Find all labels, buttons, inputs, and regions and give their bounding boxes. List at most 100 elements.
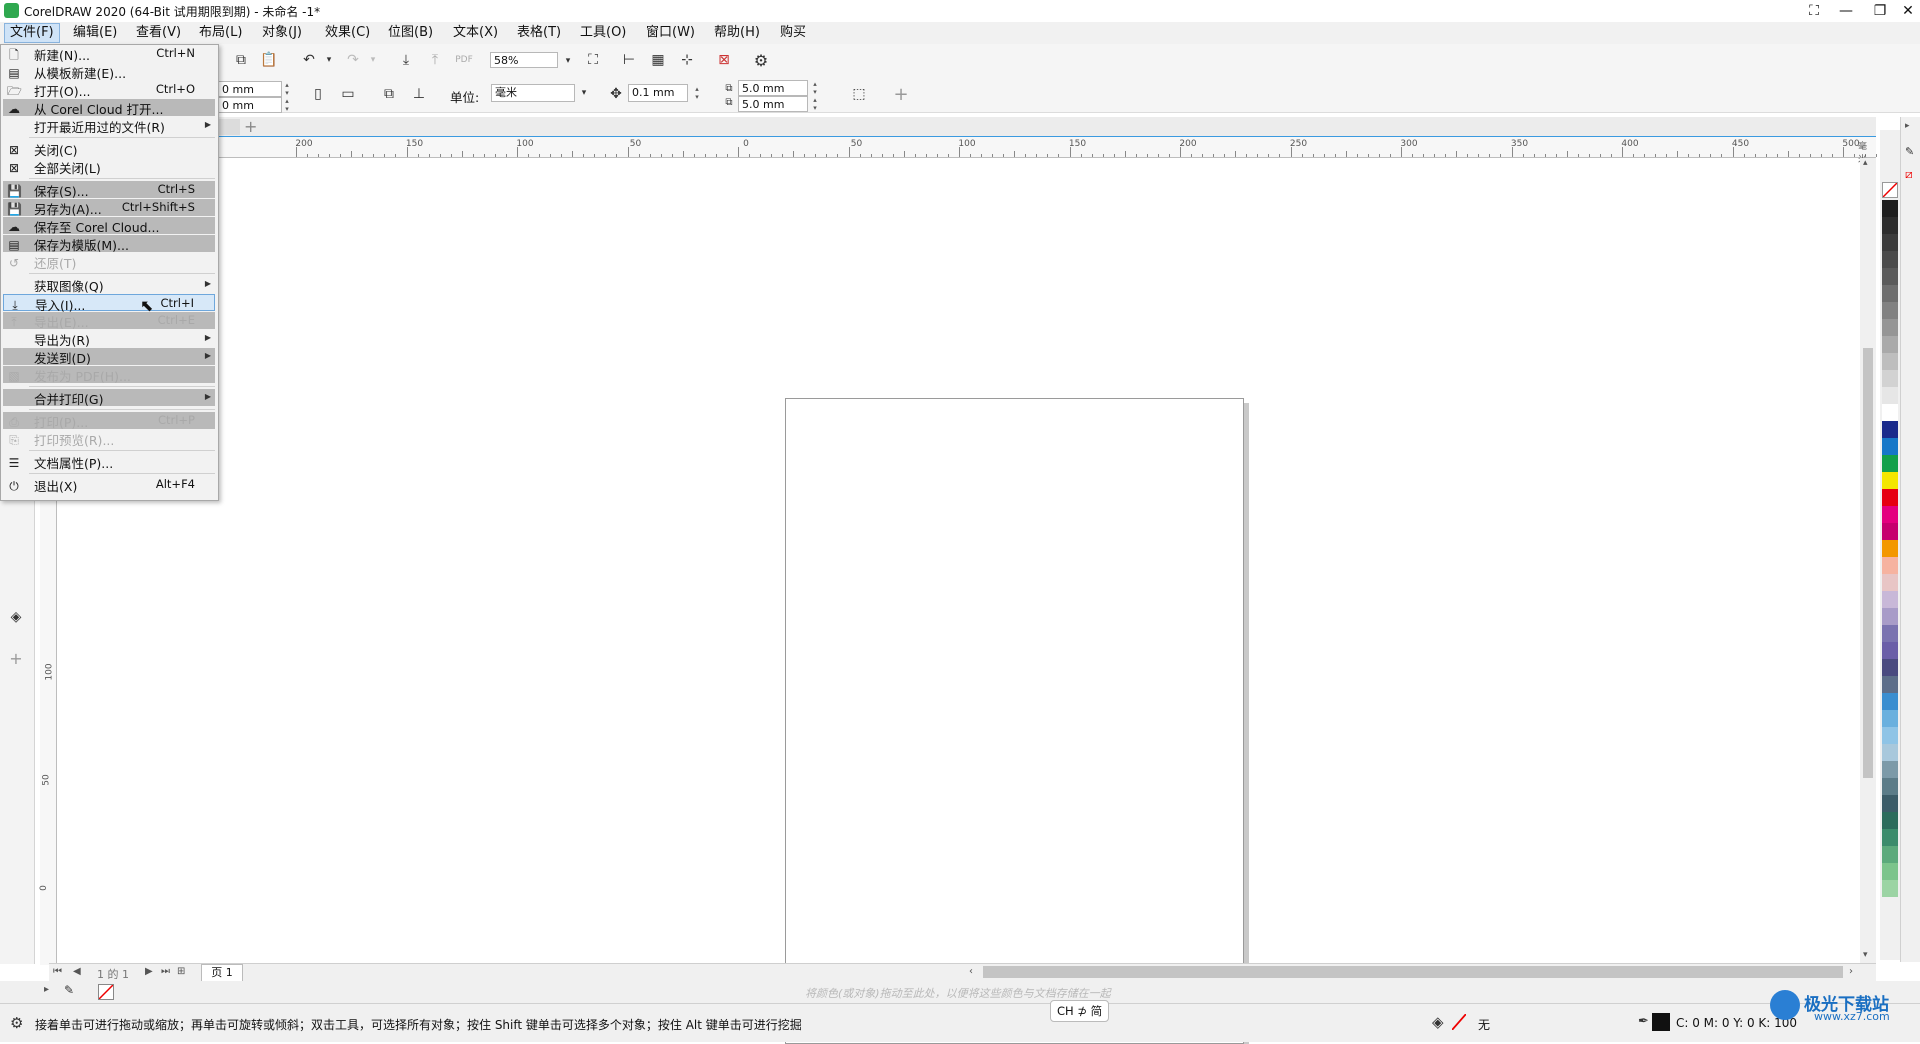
document-page[interactable] [785, 398, 1244, 1044]
file-menu-item[interactable]: ⏻ 退出(X) Alt+F4 [3, 476, 215, 494]
full-screen-icon[interactable]: ⛶ [582, 49, 604, 71]
file-menu-item[interactable]: ▤ 从模板新建(E)... [3, 63, 215, 81]
palette-swatch[interactable] [1882, 370, 1898, 387]
scroll-left-icon[interactable]: ‹ [969, 966, 973, 977]
palette-swatch[interactable] [1882, 693, 1898, 710]
menu-help[interactable]: 帮助(H) [709, 24, 765, 42]
menu-tools[interactable]: 工具(O) [575, 24, 631, 42]
portrait-icon[interactable]: ▯ [307, 83, 329, 105]
scroll-down-icon[interactable]: ▾ [1863, 950, 1868, 960]
redo-dropdown-icon[interactable]: ▾ [362, 49, 384, 71]
last-page-icon[interactable]: ⏭ [161, 966, 170, 977]
zoom-dropdown-icon[interactable]: ▾ [557, 50, 579, 72]
palette-swatch[interactable] [1882, 710, 1898, 727]
horizontal-scroll-thumb[interactable] [983, 966, 1843, 978]
menu-layout[interactable]: 布局(L) [194, 24, 247, 42]
snap-to-icon[interactable]: ⊠ [713, 49, 735, 71]
height-spinner[interactable]: ▴ ▾ [282, 97, 292, 113]
import-toolbar-icon[interactable]: ⤓ [395, 49, 417, 71]
palette-swatch[interactable] [1882, 217, 1898, 234]
paste-icon[interactable]: 📋 [258, 49, 280, 71]
menu-table[interactable]: 表格(T) [512, 24, 566, 42]
palette-swatch[interactable] [1882, 455, 1898, 472]
undo-dropdown-icon[interactable]: ▾ [318, 49, 340, 71]
menu-file[interactable]: 文件(F) [4, 23, 60, 43]
file-menu-item[interactable]: ▧ 发布为 PDF(H)... [3, 366, 215, 384]
grid-icon[interactable]: ▦ [647, 49, 669, 71]
page-tab[interactable]: 页 1 [201, 964, 243, 982]
palette-swatch[interactable] [1882, 625, 1898, 642]
palette-swatch[interactable] [1882, 200, 1898, 217]
menu-effects[interactable]: 效果(C) [320, 24, 375, 42]
redo-icon[interactable]: ↷ [342, 49, 364, 71]
treat-as-filled-icon[interactable]: ⬚ [848, 83, 870, 105]
rulers-icon[interactable]: ⊢ [618, 49, 640, 71]
palette-swatch[interactable] [1882, 778, 1898, 795]
palette-swatch[interactable] [1882, 438, 1898, 455]
file-menu-item[interactable]: 💾 另存为(A)... Ctrl+Shift+S [3, 199, 215, 217]
nudge-icon[interactable]: ✥ [605, 83, 627, 105]
add-tool-icon[interactable]: + [5, 647, 27, 669]
nudge-distance-field[interactable]: 0.1 mm [628, 84, 688, 102]
eyedropper-icon[interactable]: ✎ [1905, 145, 1914, 158]
dup-y-spinner[interactable]: ▴ ▾ [810, 96, 820, 112]
file-menu-item[interactable]: ⤒ 导出(E)... Ctrl+E [3, 312, 215, 330]
palette-swatch[interactable] [1882, 285, 1898, 302]
palette-swatch[interactable] [1882, 659, 1898, 676]
file-menu-item[interactable]: 导出为(R) ▶ [3, 330, 215, 348]
landscape-icon[interactable]: ▭ [337, 83, 359, 105]
width-spinner[interactable]: ▴ ▾ [282, 81, 292, 97]
zoom-level-field[interactable]: 58% [490, 52, 558, 68]
file-menu-item[interactable]: ☁ 从 Corel Cloud 打开... [3, 99, 215, 117]
palette-swatch[interactable] [1882, 489, 1898, 506]
palette-swatch[interactable] [1882, 523, 1898, 540]
guidelines-icon[interactable]: ⊹ [676, 49, 698, 71]
palette-swatch[interactable] [1882, 472, 1898, 489]
vertical-scroll-thumb[interactable] [1863, 348, 1873, 778]
file-menu-item[interactable]: ☰ 文档属性(P)... [3, 453, 215, 471]
palette-swatch[interactable] [1882, 880, 1898, 897]
palette-swatch[interactable] [1882, 387, 1898, 404]
palette-swatch[interactable] [1882, 795, 1898, 812]
dock-expand-icon[interactable]: ▸ [1905, 121, 1910, 131]
palette-swatch[interactable] [1882, 812, 1898, 829]
undo-icon[interactable]: ↶ [298, 49, 320, 71]
no-color-swatch[interactable] [1882, 182, 1898, 198]
file-menu-item[interactable]: ⊠ 关闭(C) [3, 140, 215, 158]
palette-swatch[interactable] [1882, 676, 1898, 693]
palette-swatch[interactable] [1882, 234, 1898, 251]
file-menu-item[interactable]: 打开最近用过的文件(R) ▶ [3, 117, 215, 135]
vertical-scrollbar[interactable]: ▴ ▾ [1860, 158, 1876, 963]
file-menu-item[interactable]: 💾 保存(S)... Ctrl+S [3, 181, 215, 199]
fill-tool-icon[interactable]: ◈ [5, 606, 27, 628]
height-field[interactable]: 0 mm [218, 97, 282, 113]
new-tab-icon[interactable]: + [244, 117, 257, 136]
palette-swatch[interactable] [1882, 540, 1898, 557]
menu-view[interactable]: 查看(V) [131, 24, 186, 42]
doc-no-color-swatch[interactable] [98, 984, 114, 1000]
file-menu-item[interactable]: 🗁 打开(O)... Ctrl+O [3, 81, 215, 99]
palette-arrow-icon[interactable]: ▸ [44, 984, 49, 995]
palette-eyedropper-icon[interactable]: ✎ [64, 983, 74, 997]
palette-swatch[interactable] [1882, 846, 1898, 863]
palette-swatch[interactable] [1882, 574, 1898, 591]
palette-swatch[interactable] [1882, 557, 1898, 574]
file-menu-item[interactable]: 获取图像(Q) ▶ [3, 276, 215, 294]
drawing-canvas[interactable] [57, 158, 1856, 1044]
palette-swatch[interactable] [1882, 353, 1898, 370]
menu-window[interactable]: 窗口(W) [641, 24, 700, 42]
file-menu-item[interactable]: ☁ 保存至 Corel Cloud... [3, 217, 215, 235]
add-toolbar-icon[interactable]: + [890, 83, 912, 105]
scroll-right-icon[interactable]: › [1849, 966, 1853, 977]
palette-swatch[interactable] [1882, 863, 1898, 880]
palette-swatch[interactable] [1882, 319, 1898, 336]
file-menu-item[interactable]: 发送到(D) ▶ [3, 348, 215, 366]
duplicate-x-field[interactable]: 5.0 mm [738, 80, 808, 96]
menu-text[interactable]: 文本(X) [448, 24, 503, 42]
menu-object[interactable]: 对象(J) [257, 24, 307, 42]
palette-swatch[interactable] [1882, 404, 1898, 421]
add-page-icon[interactable]: ⊞ [177, 966, 185, 977]
menu-buy[interactable]: 购买 [775, 24, 811, 42]
file-menu-item[interactable]: ⤓ 导入(I)... Ctrl+I [3, 294, 215, 313]
file-menu-item[interactable]: ⊠ 全部关闭(L) [3, 158, 215, 176]
